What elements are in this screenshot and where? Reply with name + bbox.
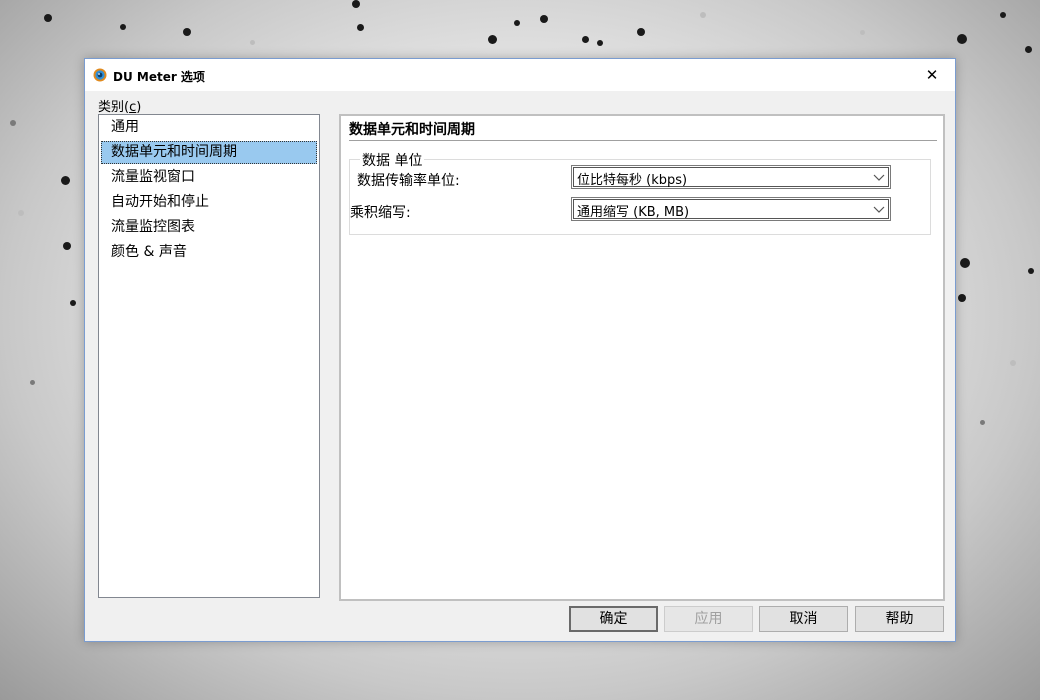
ok-button[interactable]: 确定 (569, 606, 658, 632)
chevron-down-icon (873, 206, 885, 213)
options-dialog: DU Meter 选项 ✕ 类别(c) 通用 数据单元和时间周期 流量监视窗口 … (84, 58, 956, 642)
category-list[interactable]: 通用 数据单元和时间周期 流量监视窗口 自动开始和停止 流量监控图表 颜色 & … (98, 114, 320, 598)
panel-title: 数据单元和时间周期 (349, 122, 475, 138)
category-item-traffic-graph[interactable]: 流量监控图表 (101, 216, 317, 239)
category-item-traffic-window[interactable]: 流量监视窗口 (101, 166, 317, 189)
rate-unit-dropdown[interactable]: 位比特每秒 (kbps) (571, 165, 891, 189)
apply-button[interactable]: 应用 (664, 606, 753, 632)
close-button[interactable]: ✕ (909, 59, 955, 91)
close-icon: ✕ (925, 66, 939, 84)
category-item-auto-start-stop[interactable]: 自动开始和停止 (101, 191, 317, 214)
rate-unit-value: 位比特每秒 (kbps) (577, 173, 688, 188)
du-meter-icon (93, 68, 107, 82)
window-title: DU Meter 选项 (113, 70, 205, 84)
cancel-button[interactable]: 取消 (759, 606, 848, 632)
category-item-general[interactable]: 通用 (101, 116, 317, 139)
multiplier-value: 通用缩写 (KB, MB) (577, 205, 690, 220)
settings-panel: 数据单元和时间周期 数据 单位 数据传输率单位: 位比特每秒 (kbps) 乘积… (339, 114, 945, 601)
chevron-down-icon (873, 174, 885, 181)
multiplier-label: 乘积缩写: (350, 205, 411, 221)
category-item-colors-sounds[interactable]: 颜色 & 声音 (101, 241, 317, 264)
rate-unit-label: 数据传输率单位: (357, 173, 460, 189)
category-item-data-units[interactable]: 数据单元和时间周期 (101, 141, 317, 164)
title-bar: DU Meter 选项 ✕ (85, 59, 955, 91)
category-label: 类别(c) (98, 100, 142, 115)
title-divider (349, 140, 937, 142)
group-legend: 数据 单位 (360, 150, 425, 170)
multiplier-dropdown[interactable]: 通用缩写 (KB, MB) (571, 197, 891, 221)
help-button[interactable]: 帮助 (855, 606, 944, 632)
